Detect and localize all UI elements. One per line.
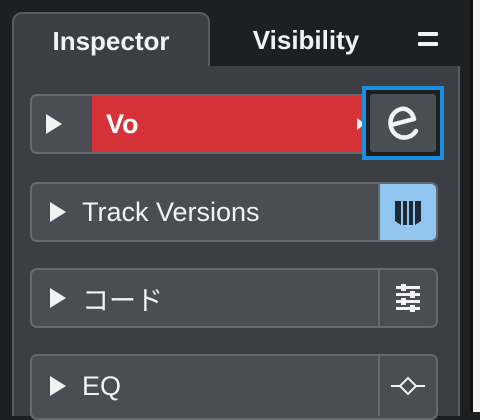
eq-curve-icon: [391, 376, 425, 396]
section-label: コード: [82, 285, 163, 316]
section-label: EQ: [82, 370, 122, 401]
tab-inspector[interactable]: Inspector: [12, 12, 210, 68]
menu-icon[interactable]: [414, 24, 444, 54]
expand-arrow-icon[interactable]: [46, 114, 62, 134]
track-name[interactable]: Vo: [106, 96, 139, 152]
track-versions-icon: [395, 201, 421, 225]
section-label: Track Versions: [82, 196, 260, 227]
chord-track-icon: [396, 284, 420, 312]
expand-arrow-icon[interactable]: [50, 288, 66, 308]
tab-bar: Inspector Visibility: [0, 0, 480, 68]
section-chord[interactable]: コード: [30, 268, 438, 328]
edit-instrument-button[interactable]: [362, 86, 444, 160]
eq-button[interactable]: [378, 356, 436, 416]
panel-divider: [470, 0, 480, 412]
chord-button[interactable]: [378, 270, 436, 326]
section-track-versions[interactable]: Track Versions: [30, 182, 438, 242]
expand-arrow-icon[interactable]: [50, 202, 66, 222]
e-icon: [370, 94, 436, 152]
section-eq[interactable]: EQ: [30, 354, 438, 420]
tab-visibility[interactable]: Visibility: [222, 12, 390, 68]
track-versions-button[interactable]: [378, 184, 436, 240]
expand-arrow-icon[interactable]: [50, 376, 66, 396]
